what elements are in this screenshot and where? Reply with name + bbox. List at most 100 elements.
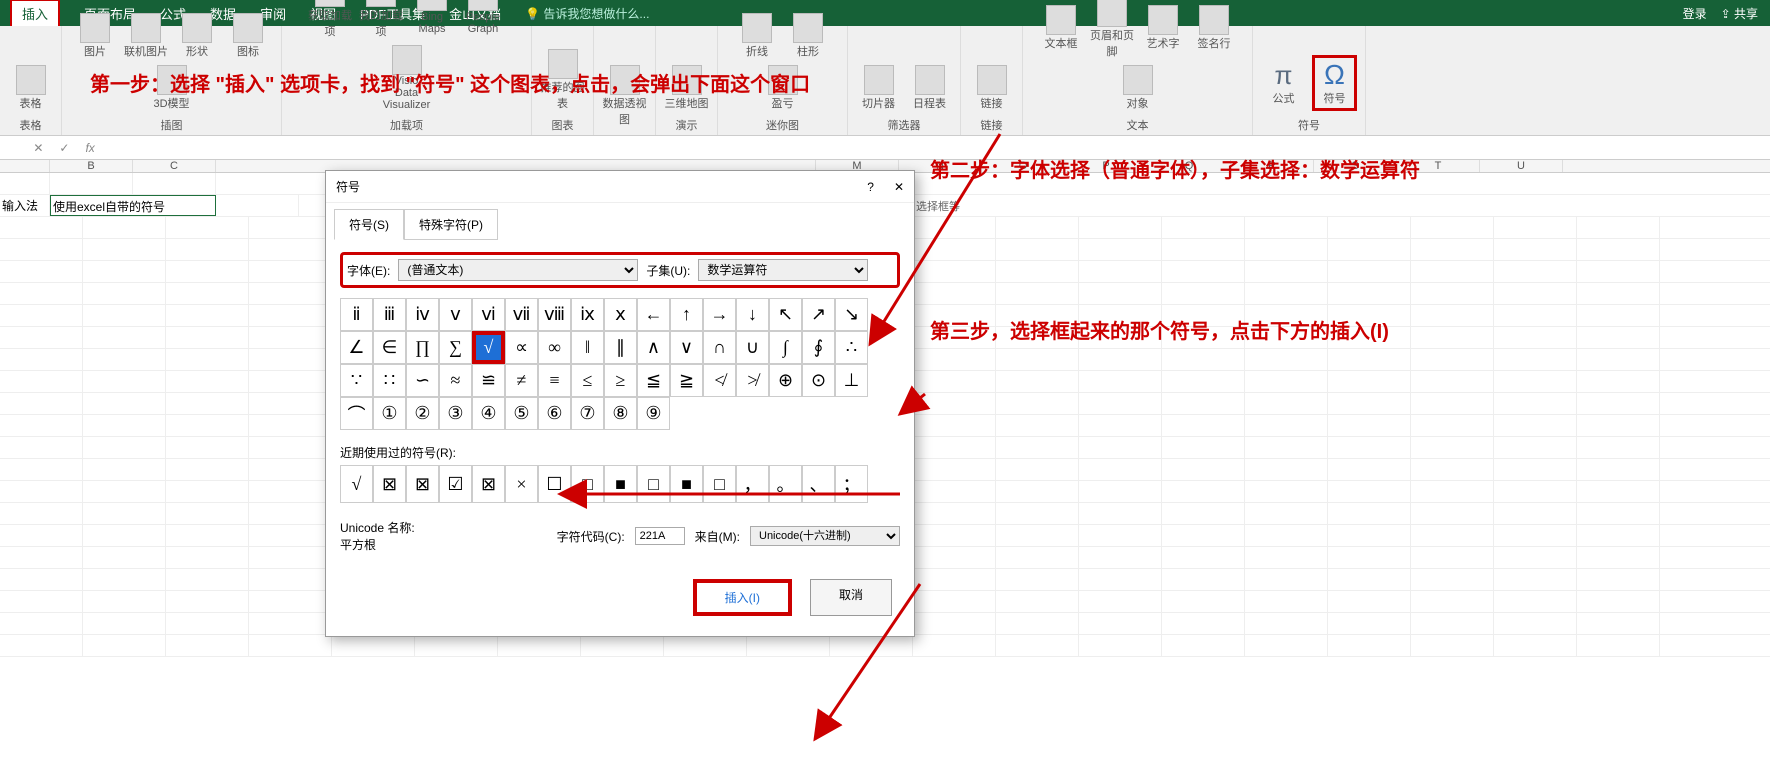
char-cell[interactable]: ⅳ [406,298,439,331]
from-select[interactable]: Unicode(十六进制) [750,526,900,546]
insert-button[interactable]: 插入(I) [693,579,792,616]
confirm-icon[interactable]: ✓ [59,141,69,155]
tab-insert[interactable]: 插入 [10,0,60,28]
char-cell[interactable]: ⑧ [604,397,637,430]
char-cell[interactable]: ≡ [538,364,571,397]
spark-icon-2[interactable]: 盈亏 [760,65,805,111]
char-cell[interactable]: ↗ [802,298,835,331]
app-icon-0[interactable]: 获取加载项 [308,0,353,39]
char-cell[interactable]: ③ [439,397,472,430]
recent-char[interactable]: ⊠ [373,465,406,503]
equation-icon[interactable]: π公式 [1261,60,1306,106]
char-cell[interactable]: ∠ [340,331,373,364]
app-icon-3[interactable]: People Graph [461,0,506,35]
char-cell[interactable]: ⅵ [472,298,505,331]
app-icon-1[interactable]: 我的加载项 [359,0,404,39]
char-cell[interactable]: → [703,298,736,331]
char-cell[interactable]: ≥ [604,364,637,397]
char-cell[interactable]: ‖ [571,331,604,364]
char-cell[interactable]: ∑ [439,331,472,364]
char-cell[interactable]: ↘ [835,298,868,331]
char-cell[interactable]: ∷ [373,364,406,397]
char-cell[interactable]: ⅹ [604,298,637,331]
char-cell[interactable]: ∽ [406,364,439,397]
code-input[interactable] [635,527,685,545]
recent-char[interactable]: □ [703,465,736,503]
illus-icon-4[interactable]: 3D模型 [149,65,194,111]
char-cell[interactable]: ≯ [736,364,769,397]
char-cell[interactable]: ≌ [472,364,505,397]
illus-icon-1[interactable]: 联机图片 [124,13,169,59]
char-cell[interactable]: ⅸ [571,298,604,331]
char-cell[interactable]: ⑦ [571,397,604,430]
char-cell[interactable]: ← [637,298,670,331]
recent-char[interactable]: □ [637,465,670,503]
recent-char[interactable]: □ [571,465,604,503]
tell-me[interactable]: 告诉我您想做什么... [543,7,649,21]
map3d-icon[interactable]: 三维地图 [664,65,709,111]
recent-char[interactable]: × [505,465,538,503]
spark-icon-0[interactable]: 折线 [735,13,780,59]
filter-icon-0[interactable]: 切片器 [856,65,901,111]
recent-char[interactable]: ⊠ [472,465,505,503]
char-cell[interactable]: ∩ [703,331,736,364]
illus-icon-2[interactable]: 形状 [175,13,220,59]
char-cell[interactable]: ≦ [637,364,670,397]
char-cell[interactable]: ⌒ [340,397,373,430]
cancel-icon[interactable]: ✕ [33,141,43,155]
char-cell[interactable]: √ [472,331,505,364]
app-icon-2[interactable]: Bing Maps [410,0,455,35]
text-icon-2[interactable]: 艺术字 [1141,5,1186,51]
char-cell[interactable]: ∨ [670,331,703,364]
char-cell[interactable]: ∥ [604,331,637,364]
char-cell[interactable]: ≠ [505,364,538,397]
char-cell[interactable]: ∴ [835,331,868,364]
char-cell[interactable]: ⊕ [769,364,802,397]
illus-icon-0[interactable]: 图片 [73,13,118,59]
font-select[interactable]: (普通文本) [398,259,638,281]
recent-char[interactable]: 。 [769,465,802,503]
char-cell[interactable]: ⅷ [538,298,571,331]
char-cell[interactable]: ⊥ [835,364,868,397]
share-link[interactable]: ⇪ 共享 [1721,5,1758,22]
link-icon[interactable]: 链接 [969,65,1014,111]
chart-icon[interactable]: 推荐的图表 [540,49,585,111]
char-cell[interactable]: ① [373,397,406,430]
tab-special-chars[interactable]: 特殊字符(P) [404,209,498,240]
char-cell[interactable]: ⅱ [340,298,373,331]
illus-icon-3[interactable]: 图标 [226,13,271,59]
app-icon-4[interactable]: Visio Data Visualizer [384,45,429,111]
char-cell[interactable]: ∫ [769,331,802,364]
recent-char[interactable]: ☑ [439,465,472,503]
fx-icon[interactable]: fx [85,141,94,155]
char-cell[interactable]: ∮ [802,331,835,364]
char-cell[interactable]: ⅴ [439,298,472,331]
char-cell[interactable]: ∧ [637,331,670,364]
char-cell[interactable]: ≈ [439,364,472,397]
recent-char[interactable]: ■ [604,465,637,503]
tables-icon[interactable]: 表格 [8,65,53,111]
char-cell[interactable]: ⅶ [505,298,538,331]
char-cell[interactable]: ∏ [406,331,439,364]
char-cell[interactable]: ≧ [670,364,703,397]
text-icon-0[interactable]: 文本框 [1039,5,1084,51]
char-cell[interactable]: ≮ [703,364,736,397]
recent-char[interactable]: 、 [802,465,835,503]
login-link[interactable]: 登录 [1683,5,1707,22]
subset-select[interactable]: 数学运算符 [698,259,868,281]
char-cell[interactable]: ② [406,397,439,430]
char-cell[interactable]: ∝ [505,331,538,364]
cancel-button[interactable]: 取消 [810,579,892,616]
symbol-icon[interactable]: Ω符号 [1312,55,1357,111]
recent-char[interactable]: ☐ [538,465,571,503]
char-cell[interactable]: ∵ [340,364,373,397]
char-cell[interactable]: ⑨ [637,397,670,430]
formula-bar[interactable]: ✕ ✓ fx [0,136,1770,160]
text-icon-4[interactable]: 对象 [1115,65,1160,111]
recent-char[interactable]: ， [736,465,769,503]
char-cell[interactable]: ⑥ [538,397,571,430]
recent-char[interactable]: ； [835,465,868,503]
cell-a2[interactable]: 输入法 [0,195,50,216]
char-cell[interactable]: ↓ [736,298,769,331]
namebox[interactable] [14,141,17,155]
